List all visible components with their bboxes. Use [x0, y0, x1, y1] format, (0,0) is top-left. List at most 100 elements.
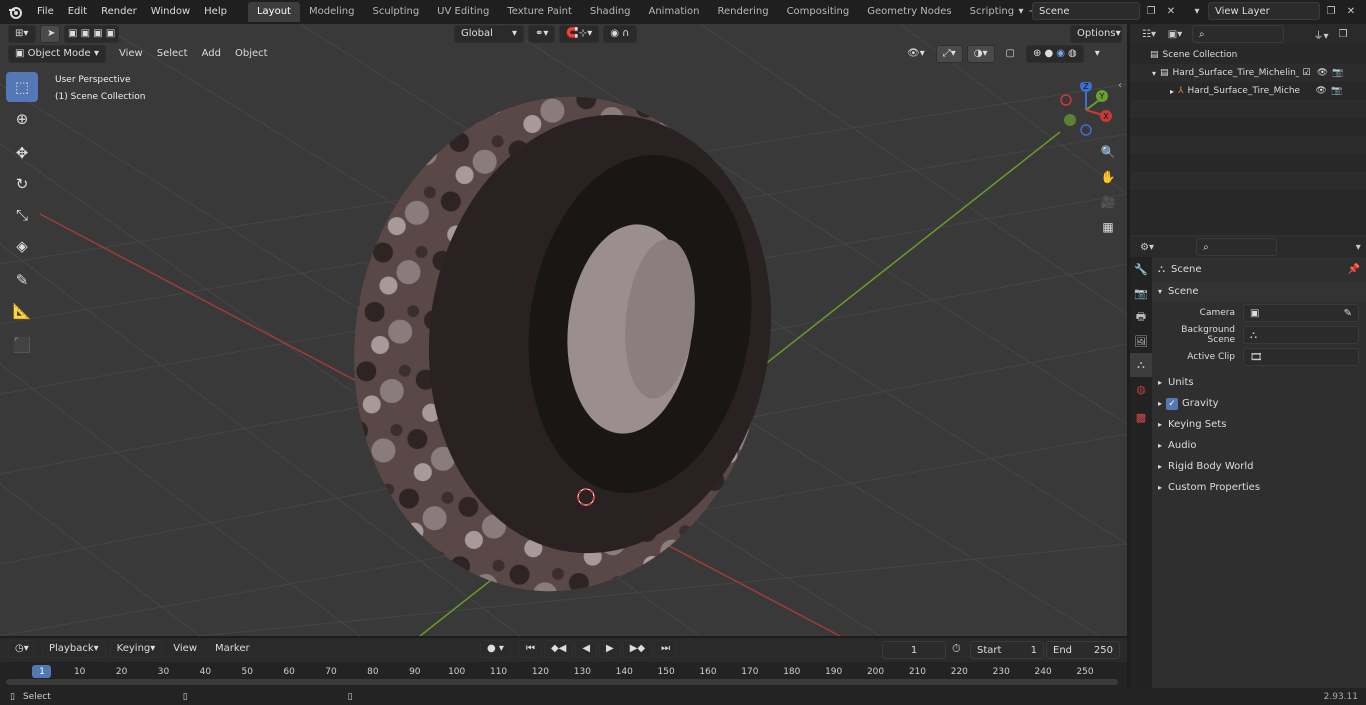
checkbox-icon[interactable]: ☑: [1303, 68, 1311, 78]
texture-tab-icon[interactable]: ▩: [1130, 405, 1152, 429]
scene-name-field[interactable]: Scene: [1032, 2, 1140, 20]
tab-sculpting[interactable]: Sculpting: [363, 2, 428, 22]
sidebar-toggle-icon[interactable]: ‹: [1118, 80, 1122, 91]
view-layer-field[interactable]: View Layer: [1208, 2, 1320, 20]
properties-options-icon[interactable]: ▾: [1351, 238, 1366, 256]
object-menu[interactable]: Object: [228, 45, 275, 63]
snap-icon[interactable]: 🧲⊹▾: [559, 25, 600, 43]
new-collection-icon[interactable]: ❐: [1334, 25, 1352, 43]
measure-tool-icon[interactable]: 📐: [6, 296, 38, 326]
copy-scene-icon[interactable]: ❐: [1142, 2, 1160, 20]
move-tool-icon[interactable]: ✥: [6, 138, 38, 168]
remove-view-layer-icon[interactable]: ✕: [1342, 2, 1360, 20]
world-tab-icon[interactable]: ◍: [1130, 377, 1152, 401]
shading-popover-icon[interactable]: ▾: [1088, 45, 1107, 63]
tire-model[interactable]: [322, 70, 798, 618]
visibility-icon[interactable]: 👁▾: [900, 45, 932, 63]
object-mode-dropdown[interactable]: ▣ Object Mode ▾: [8, 45, 106, 63]
proportional-edit-icon[interactable]: ◉ ∩: [603, 25, 637, 43]
tab-rendering[interactable]: Rendering: [708, 2, 777, 22]
panel-gravity[interactable]: ▸ ✓ Gravity: [1152, 393, 1366, 414]
camera-field[interactable]: ▣ ✎: [1243, 304, 1359, 322]
panel-audio[interactable]: ▸ Audio: [1152, 435, 1366, 456]
outliner-row-tire-collection[interactable]: ▾ ▤ Hard_Surface_Tire_Michelin_X ☑ 👁 📷: [1130, 64, 1366, 82]
tab-layout[interactable]: Layout: [247, 2, 300, 22]
selection-mode-icons[interactable]: ▣ ▣ ▣ ▣: [64, 25, 120, 43]
tab-geometry-nodes[interactable]: Geometry Nodes: [858, 2, 960, 22]
background-scene-field[interactable]: ⛬: [1243, 326, 1359, 344]
panel-keying-sets[interactable]: ▸ Keying Sets: [1152, 414, 1366, 435]
menu-render[interactable]: Render: [94, 0, 144, 24]
properties-editor-type-icon[interactable]: ⚙▾: [1136, 238, 1158, 256]
tool-tab-icon[interactable]: 🔧: [1130, 257, 1152, 281]
panel-units[interactable]: ▸ Units: [1152, 372, 1366, 393]
outliner-search-field[interactable]: ⌕: [1192, 25, 1284, 43]
scale-tool-icon[interactable]: ⤡: [6, 200, 38, 230]
tab-animation[interactable]: Animation: [640, 2, 709, 22]
editor-type-icon[interactable]: ⊞▾: [8, 25, 36, 43]
tweak-tool-icon[interactable]: ➤: [40, 25, 60, 43]
active-clip-field[interactable]: 🎞: [1243, 348, 1359, 366]
menu-window[interactable]: Window: [144, 0, 197, 24]
view-collection-text: (1) Scene Collection: [55, 92, 146, 102]
eye-icon[interactable]: 👁: [1317, 68, 1328, 78]
expand-icon[interactable]: ▾: [1152, 69, 1156, 78]
filter-icon[interactable]: ⏚▾: [1308, 25, 1334, 43]
tab-texture-paint[interactable]: Texture Paint: [498, 2, 581, 22]
select-box-tool-icon[interactable]: ⬚: [6, 72, 38, 102]
tab-shading[interactable]: Shading: [581, 2, 640, 22]
camera-render-icon[interactable]: 📷: [1332, 68, 1343, 78]
perspective-toggle-icon[interactable]: ▦: [1096, 215, 1120, 239]
shading-modes-icon[interactable]: ⊕ ● ◉ ◍: [1025, 45, 1084, 63]
output-tab-icon[interactable]: 🖶: [1130, 305, 1152, 329]
pivot-point-icon[interactable]: ⚭▾: [528, 25, 556, 43]
copy-view-layer-icon[interactable]: ❐: [1322, 2, 1340, 20]
rotate-tool-icon[interactable]: ↻: [6, 169, 38, 199]
select-mode-group: ⊞▾ ➤ ▣ ▣ ▣ ▣: [8, 25, 120, 43]
view-layer-tab-icon[interactable]: 🖼: [1130, 329, 1152, 353]
transform-tool-icon[interactable]: ◈: [6, 231, 38, 261]
add-cube-tool-icon[interactable]: ⬛: [6, 330, 38, 360]
tab-uv-editing[interactable]: UV Editing: [428, 2, 498, 22]
remove-scene-icon[interactable]: ✕: [1162, 2, 1180, 20]
tab-compositing[interactable]: Compositing: [778, 2, 859, 22]
3d-viewport[interactable]: ⊞▾ ➤ ▣ ▣ ▣ ▣ Global ▾ ⚭▾ 🧲⊹▾ ◉ ∩ Options ▾…: [0, 24, 1127, 636]
gravity-checkbox[interactable]: ✓: [1166, 397, 1179, 410]
expand-icon[interactable]: ▸: [1170, 87, 1174, 96]
scene-panel-header[interactable]: ▾ Scene: [1152, 281, 1366, 302]
gizmo-toggle-icon[interactable]: ⤢▾: [935, 45, 963, 63]
eye-icon[interactable]: 👁: [1316, 86, 1327, 96]
navigation-gizmo[interactable]: Z Y X: [1056, 82, 1120, 146]
menu-edit[interactable]: Edit: [61, 0, 94, 24]
pan-hand-icon[interactable]: ✋: [1096, 165, 1120, 189]
zoom-icon[interactable]: 🔍: [1096, 140, 1120, 164]
outliner-editor-type-icon[interactable]: ☷▾: [1136, 25, 1162, 43]
pin-icon[interactable]: 📌: [1348, 264, 1360, 275]
transform-orientation-dropdown[interactable]: Global ▾: [454, 25, 524, 43]
options-dropdown[interactable]: Options ▾: [1070, 25, 1122, 43]
tab-modeling[interactable]: Modeling: [300, 2, 364, 22]
panel-custom-properties[interactable]: ▸ Custom Properties: [1152, 477, 1366, 498]
properties-search-field[interactable]: ⌕: [1196, 238, 1277, 256]
add-menu[interactable]: Add: [195, 45, 228, 63]
outliner-row-tire-object[interactable]: ▸ ⅄ Hard_Surface_Tire_Miche 👁 📷: [1130, 82, 1366, 100]
render-tab-icon[interactable]: 📷: [1130, 281, 1152, 305]
view-layer-browse-icon[interactable]: ▾: [1188, 2, 1206, 20]
blender-logo-icon[interactable]: [6, 3, 24, 21]
overlay-toggle-icon[interactable]: ◑▾: [966, 45, 995, 63]
scene-browse-icon[interactable]: ▾: [1012, 2, 1030, 20]
menu-file[interactable]: File: [30, 0, 61, 24]
camera-view-icon[interactable]: 🎥: [1096, 190, 1120, 214]
menu-help[interactable]: Help: [197, 0, 234, 24]
select-menu[interactable]: Select: [150, 45, 195, 63]
panel-rigid-body-world[interactable]: ▸ Rigid Body World: [1152, 456, 1366, 477]
frame-ticks: 1 10 20 30 40 50 60 70 80 90 100 110 120 130 140 150 160…: [0, 638, 1127, 688]
annotate-tool-icon[interactable]: ✎: [6, 265, 38, 295]
xray-icon[interactable]: ▢: [999, 45, 1022, 63]
view-menu[interactable]: View: [112, 45, 150, 63]
scene-collection-row[interactable]: ▤ Scene Collection: [1130, 46, 1366, 64]
display-mode-icon[interactable]: ▣▾: [1162, 25, 1188, 43]
camera-render-icon[interactable]: 📷: [1331, 86, 1342, 96]
scene-tab-icon[interactable]: ⛬: [1130, 353, 1152, 377]
cursor-tool-icon[interactable]: ⊕: [6, 104, 38, 134]
